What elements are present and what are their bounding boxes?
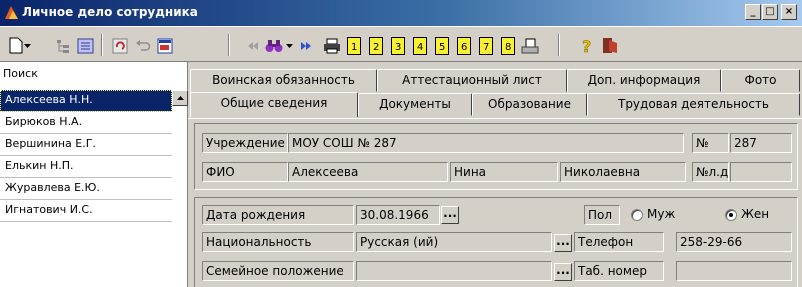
list-item[interactable]: Елькин Н.П. [0,156,172,178]
gender-female-label: Жен [741,207,770,221]
nationality-field[interactable]: Русская (ий) [356,232,552,252]
report-icon[interactable] [155,36,174,55]
employee-sidebar: Поиск Алексеева Н.Н. Бирюков Н.А. Вершин… [0,62,188,287]
nationality-label: Национальность [202,232,354,252]
marital-status-field[interactable] [356,261,552,281]
svg-text:5: 5 [439,42,445,53]
notebook-icon[interactable] [76,36,95,55]
svg-text:3: 3 [395,42,401,53]
close-button[interactable]: × [781,4,797,20]
toolbar-separator [558,34,560,56]
search-input[interactable] [52,65,182,82]
help-icon[interactable]: ? [578,36,597,55]
toolbar: 1 2 3 4 5 6 7 8 ? [0,26,802,62]
svg-text:?: ? [582,37,591,54]
binoculars-icon[interactable] [264,36,283,55]
nav-first-icon[interactable] [246,36,260,55]
fio-label: ФИО [202,162,288,182]
list-item[interactable]: Игнатович И.С. [0,200,172,222]
svg-text:4: 4 [417,42,423,53]
birthdate-field[interactable]: 30.08.1966 [356,205,440,225]
svg-text:7: 7 [483,42,489,53]
doc-7-icon[interactable]: 7 [476,36,495,55]
tab-work-history[interactable]: Трудовая деятельность [587,93,800,116]
file-number-field[interactable] [730,162,792,182]
print-icon[interactable] [322,36,341,55]
gender-male-radio[interactable] [631,209,643,221]
tab-number-field[interactable] [676,261,792,281]
list-item[interactable]: Журавлева Е.Ю. [0,178,172,200]
birthdate-label: Дата рождения [202,205,354,225]
tab-extra-info[interactable]: Доп. информация [567,69,721,92]
gender-female-radio[interactable] [725,209,737,221]
phone-label: Телефон [574,232,664,252]
file-number-label: №л.д [692,162,729,182]
svg-text:6: 6 [461,42,467,53]
number-label: № [692,133,729,153]
tab-number-label: Таб. номер [574,261,664,281]
doc-4-icon[interactable]: 4 [410,36,429,55]
tab-strip: Воинская обязанность Аттестационный лист… [188,62,802,120]
general-info-panel: Учреждение МОУ СОШ № 287 № 287 ФИО Алекс… [188,118,802,287]
svg-text:8: 8 [505,42,511,53]
doc-1-icon[interactable]: 1 [344,36,363,55]
patronymic-field[interactable]: Николаевна [560,162,686,182]
title-bar: Личное дело сотрудника _ □ × [0,0,802,26]
institution-field[interactable]: МОУ СОШ № 287 [288,133,684,153]
tab-general[interactable]: Общие сведения [190,92,358,117]
birthdate-picker-button[interactable]: ... [441,206,459,224]
gender-label: Пол [584,205,620,225]
minimize-button[interactable]: _ [745,4,761,20]
tab-photo[interactable]: Фото [721,69,800,92]
doc-6-icon[interactable]: 6 [454,36,473,55]
scroll-up-arrow-icon[interactable] [172,90,188,106]
doc-3-icon[interactable]: 3 [388,36,407,55]
marital-status-label: Семейное положение [202,261,354,281]
last-name-field[interactable]: Алексеева [288,162,448,182]
employee-list: Алексеева Н.Н. Бирюков Н.А. Вершинина Е.… [0,90,172,222]
tab-documents[interactable]: Документы [358,93,472,116]
refresh-icon[interactable] [110,36,129,55]
svg-text:1: 1 [351,42,357,53]
print-report-icon[interactable] [520,36,539,55]
institution-label: Учреждение [202,133,288,153]
doc-5-icon[interactable]: 5 [432,36,451,55]
tab-attestation[interactable]: Аттестационный лист [377,69,567,92]
undo-icon[interactable] [133,36,152,55]
exit-icon[interactable] [600,36,619,55]
maximize-button[interactable]: □ [762,4,778,20]
number-field[interactable]: 287 [730,133,792,153]
dropdown-arrow-icon[interactable] [22,36,32,55]
nationality-picker-button[interactable]: ... [554,234,572,252]
dropdown-arrow-icon[interactable] [284,36,294,55]
app-icon [5,6,18,19]
list-item[interactable]: Алексеева Н.Н. [0,90,172,112]
gender-male-label: Муж [647,207,676,221]
list-item[interactable]: Вершинина Е.Г. [0,134,172,156]
toolbar-separator [228,34,230,56]
doc-8-icon[interactable]: 8 [498,36,517,55]
list-item[interactable]: Бирюков Н.А. [0,112,172,134]
toolbar-separator [101,34,103,56]
doc-2-icon[interactable]: 2 [366,36,385,55]
tab-education[interactable]: Образование [472,93,587,116]
tab-military[interactable]: Воинская обязанность [190,69,377,92]
search-label: Поиск [3,67,38,80]
first-name-field[interactable]: Нина [450,162,558,182]
tree-view-icon[interactable] [53,36,72,55]
phone-field[interactable]: 258-29-66 [676,232,792,252]
nav-last-icon[interactable] [299,36,313,55]
marital-status-picker-button[interactable]: ... [554,263,572,281]
svg-text:2: 2 [373,42,379,53]
window-title: Личное дело сотрудника [22,5,198,19]
